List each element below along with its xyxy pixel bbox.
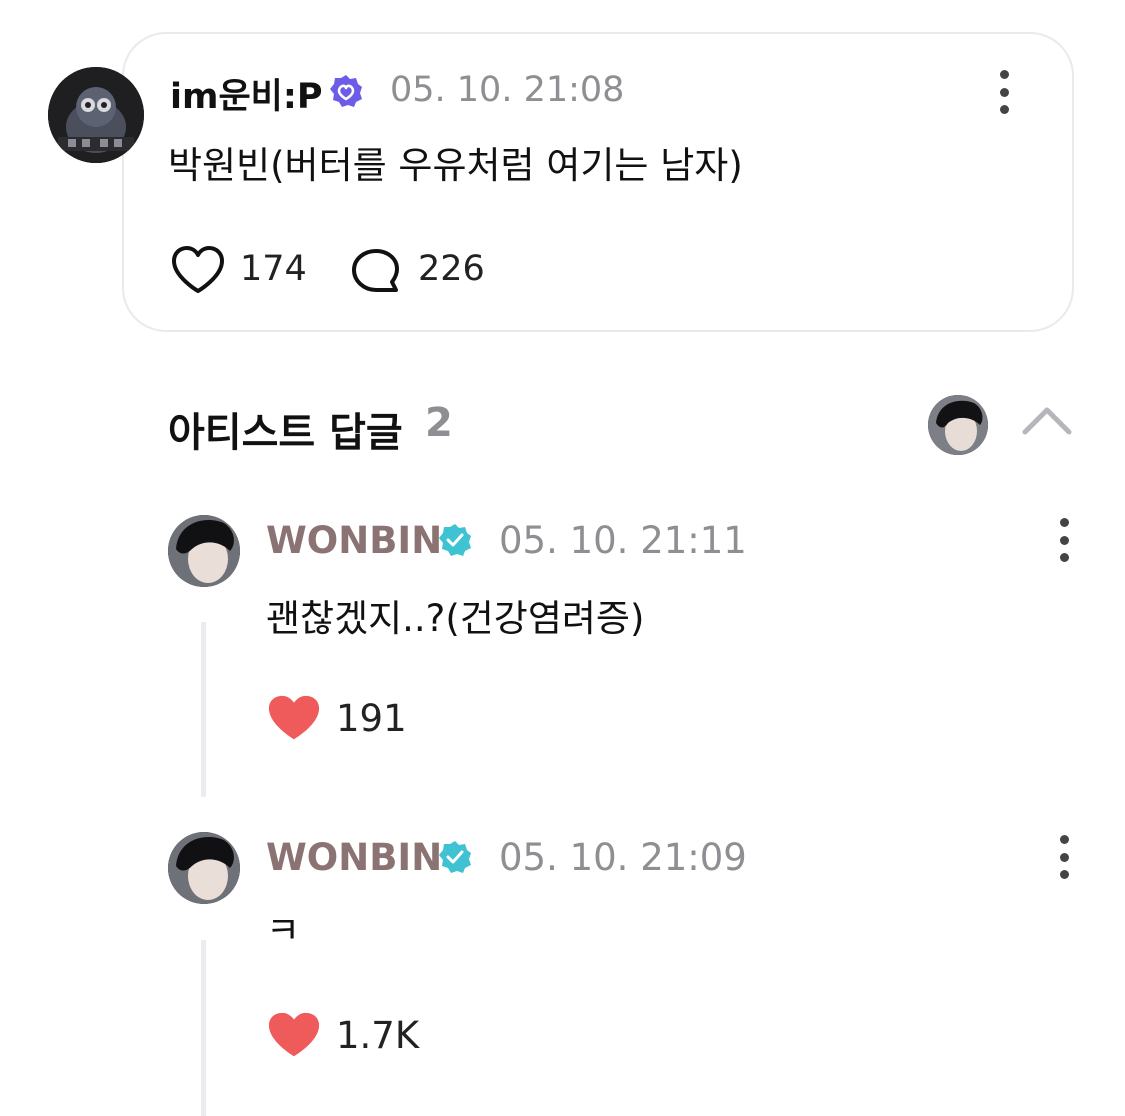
reply-text: ㅋ bbox=[266, 909, 301, 952]
reply-timestamp: 05. 10. 21:09 bbox=[499, 836, 747, 879]
heart-filled-icon[interactable] bbox=[267, 693, 321, 743]
post-like-count: 174 bbox=[240, 249, 307, 289]
reply-avatar[interactable] bbox=[168, 832, 240, 904]
artist-replies-title: 아티스트 답글 bbox=[168, 410, 403, 456]
verified-badge-icon bbox=[439, 524, 471, 556]
reply-more-icon[interactable] bbox=[1058, 518, 1070, 562]
post-more-icon[interactable] bbox=[998, 70, 1010, 114]
post-author-avatar[interactable] bbox=[48, 67, 144, 163]
chevron-up-icon[interactable] bbox=[1021, 404, 1073, 436]
thread-line bbox=[201, 622, 206, 797]
reply-avatar[interactable] bbox=[168, 515, 240, 587]
heart-filled-icon[interactable] bbox=[267, 1010, 321, 1060]
post-comment-count: 226 bbox=[418, 249, 485, 289]
post-text: 박원빈(버터를 우유처럼 여기는 남자) bbox=[168, 144, 743, 187]
reply-like-count: 1.7K bbox=[336, 1014, 420, 1057]
post-author-name[interactable]: im운비:P bbox=[170, 68, 323, 119]
heart-outline-icon[interactable] bbox=[170, 245, 226, 295]
verified-badge-icon bbox=[439, 841, 471, 873]
verified-badge-icon bbox=[330, 75, 362, 107]
reply-author-name[interactable]: WONBIN bbox=[266, 836, 442, 879]
reply-like-count: 191 bbox=[336, 697, 407, 740]
artist-replies-count: 2 bbox=[425, 400, 453, 446]
reply-timestamp: 05. 10. 21:11 bbox=[499, 519, 747, 562]
artist-avatar[interactable] bbox=[928, 395, 988, 455]
post-timestamp: 05. 10. 21:08 bbox=[390, 70, 625, 110]
reply-text: 괜찮겠지..?(건강염려증) bbox=[266, 597, 645, 640]
thread-line bbox=[201, 940, 206, 1116]
reply-author-name[interactable]: WONBIN bbox=[266, 519, 442, 562]
reply-more-icon[interactable] bbox=[1058, 835, 1070, 879]
speech-bubble-icon[interactable] bbox=[350, 248, 400, 294]
